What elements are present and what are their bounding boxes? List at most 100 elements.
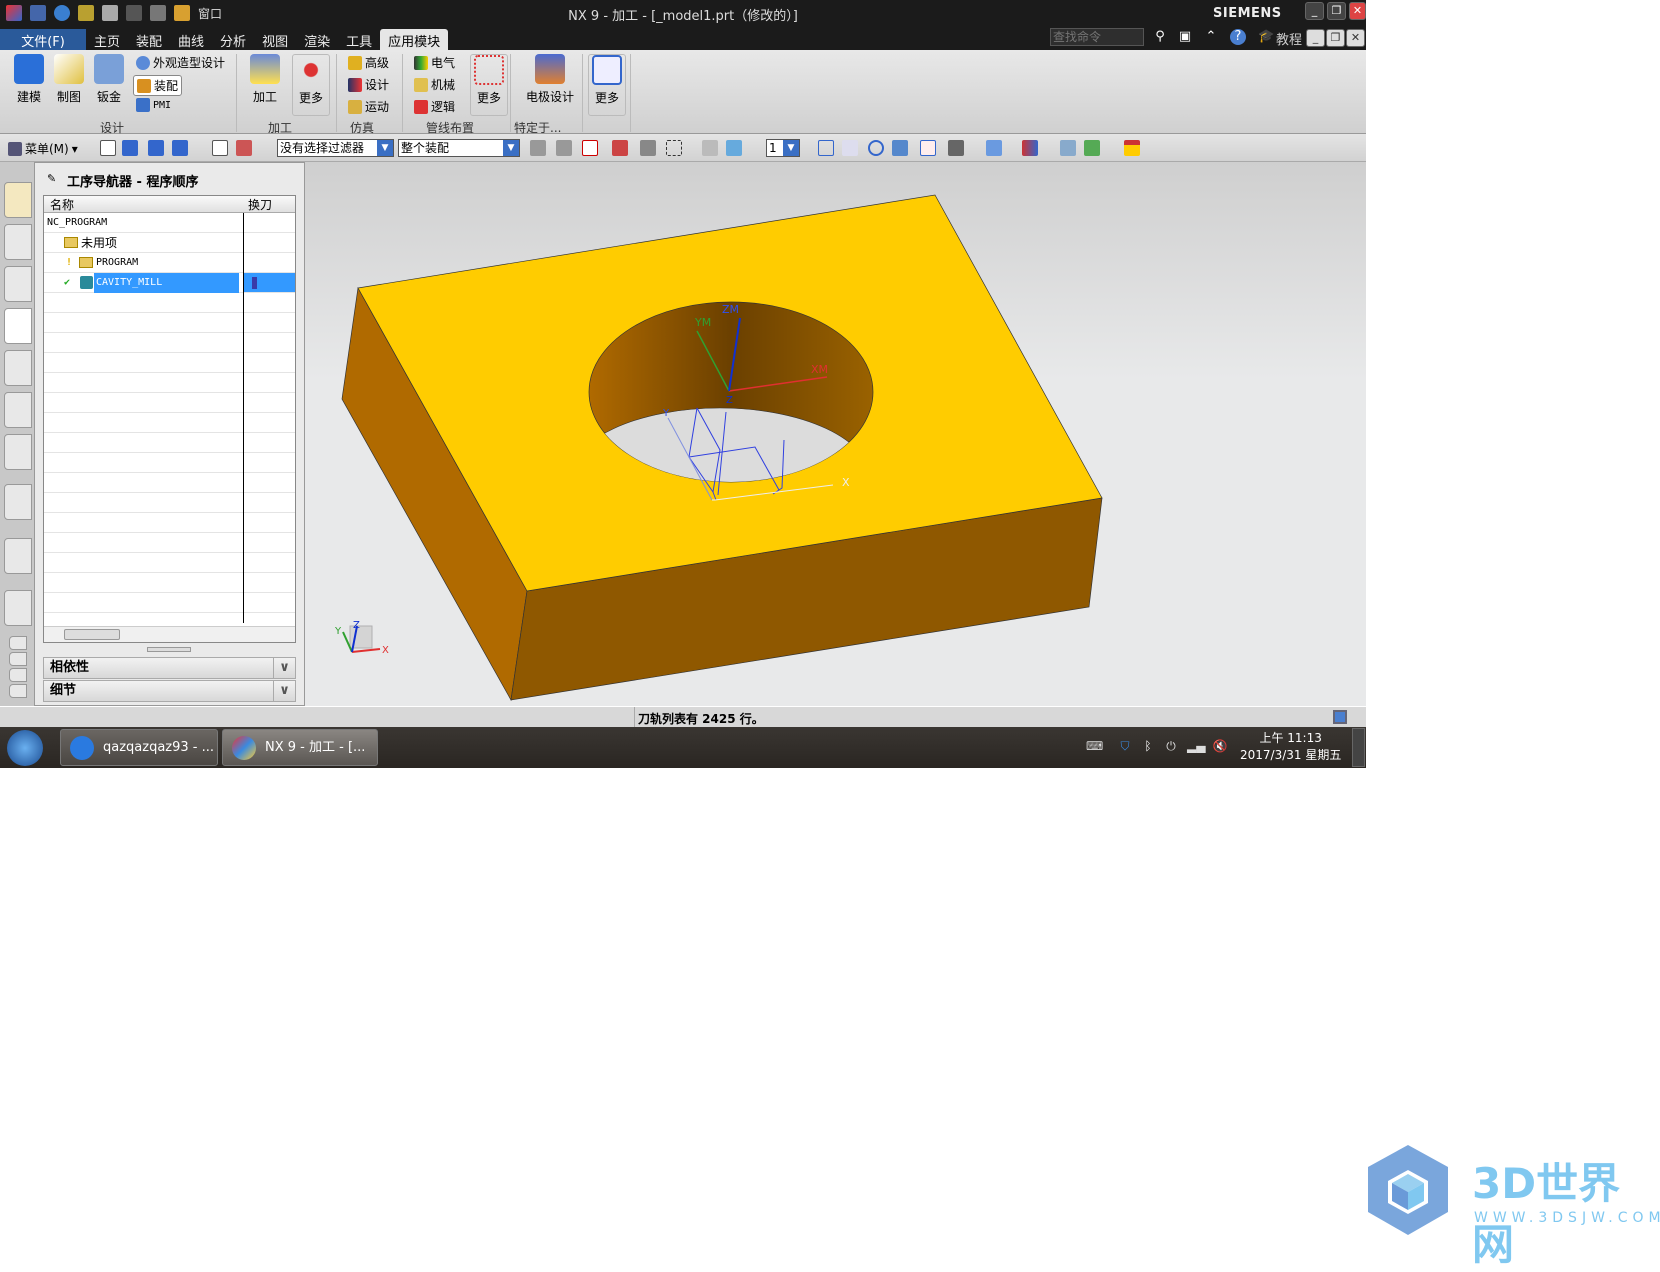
tab-tools[interactable]: 工具 xyxy=(338,29,380,50)
web-browser-tab-icon[interactable] xyxy=(4,392,32,428)
view-icon-2[interactable] xyxy=(726,140,742,156)
selection-icon-2[interactable] xyxy=(122,140,138,156)
electrode-design-button[interactable]: 电极设计 xyxy=(522,54,578,105)
security-shield-icon[interactable]: ⛉ xyxy=(1117,739,1133,755)
tab-view[interactable]: 视图 xyxy=(254,29,296,50)
edit-section-icon[interactable] xyxy=(1084,140,1100,156)
selection-scope-dropdown[interactable]: 整个装配 ▼ xyxy=(398,139,520,157)
scroll-top-icon[interactable] xyxy=(9,636,27,650)
fit-icon[interactable] xyxy=(818,140,834,156)
sheetmetal-button[interactable]: 钣金 xyxy=(92,54,126,105)
minimize-button[interactable]: _ xyxy=(1305,2,1324,20)
modeling-button[interactable]: 建模 xyxy=(12,54,46,105)
tab-render[interactable]: 渲染 xyxy=(296,29,338,50)
selection-filter-dropdown[interactable]: 没有选择过滤器 ▼ xyxy=(277,139,394,157)
column-divider[interactable] xyxy=(243,213,244,623)
tree-row-cavity-mill[interactable]: ✔ CAVITY_MILL xyxy=(44,273,295,293)
selection-icon-3[interactable] xyxy=(148,140,164,156)
motion-button[interactable]: 运动 xyxy=(348,98,389,115)
orient-view-icon[interactable] xyxy=(920,140,936,156)
view-triad[interactable]: X Y Z xyxy=(334,620,389,656)
tab-home[interactable]: 主页 xyxy=(86,29,128,50)
render-style-icon[interactable] xyxy=(948,140,964,156)
reuse-library-tab-icon[interactable] xyxy=(4,350,32,386)
help-icon[interactable]: ? xyxy=(1230,29,1246,45)
history-clock-icon[interactable] xyxy=(4,590,32,626)
tab-applications[interactable]: 应用模块 xyxy=(380,29,449,50)
scroll-up-icon[interactable] xyxy=(9,652,27,666)
scroll-down-icon[interactable] xyxy=(9,668,27,682)
tree-row-nc-program[interactable]: NC_PROGRAM xyxy=(44,213,295,233)
full-screen-icon[interactable]: ▣ xyxy=(1177,29,1193,45)
scrollbar-thumb[interactable] xyxy=(64,629,120,640)
sim-design-button[interactable]: 设计 xyxy=(348,76,389,93)
command-search-input[interactable] xyxy=(1050,28,1144,46)
graphics-window[interactable]: XM YM ZM Z Y X X Y Z xyxy=(305,162,1366,706)
assembly-button[interactable]: 装配 xyxy=(133,75,183,96)
rectangle-select-icon[interactable] xyxy=(666,140,682,156)
rotate-icon[interactable] xyxy=(868,140,884,156)
logical-button[interactable]: 逻辑 xyxy=(414,98,455,115)
details-section[interactable]: 细节 ∨ xyxy=(43,680,296,702)
start-button[interactable] xyxy=(7,730,43,766)
tutorial-label[interactable]: 教程 xyxy=(1276,29,1302,48)
snap-icon-1[interactable] xyxy=(530,140,546,156)
selection-icon-1[interactable] xyxy=(100,140,116,156)
machine-tool-navigator-tab-icon[interactable] xyxy=(4,266,32,302)
tab-curve[interactable]: 曲线 xyxy=(170,29,212,50)
assembly-constraints-tab-icon[interactable] xyxy=(4,224,32,260)
operation-navigator-tab-icon[interactable] xyxy=(4,182,32,218)
show-desktop-button[interactable] xyxy=(1352,728,1365,767)
tutorial-icon[interactable]: 🎓 xyxy=(1258,29,1274,45)
background-icon[interactable] xyxy=(1022,140,1038,156)
tree-row-unused[interactable]: 未用项 xyxy=(44,233,295,253)
zoom-icon[interactable] xyxy=(842,140,858,156)
collapse-ribbon-icon[interactable]: ⌃ xyxy=(1203,29,1219,45)
machining-button[interactable]: 加工 xyxy=(248,54,282,105)
layer-dropdown[interactable]: 1 ▼ xyxy=(766,139,800,157)
snap-icon-2[interactable] xyxy=(556,140,572,156)
sim-advanced-button[interactable]: 高级 xyxy=(348,54,389,71)
drafting-button[interactable]: 制图 xyxy=(52,54,86,105)
keyboard-icon[interactable]: ⌨ xyxy=(1086,739,1103,755)
taskbar-item-browser[interactable]: qazqazqaz93 - ... xyxy=(60,729,218,766)
mechanical-button[interactable]: 机械 xyxy=(414,76,455,93)
menu-button[interactable]: 菜单(M) ▾ xyxy=(8,140,78,157)
part-navigator-tab-icon[interactable] xyxy=(4,308,32,344)
bluetooth-icon[interactable]: ᛒ xyxy=(1140,739,1156,755)
pin-icon[interactable]: ✎ xyxy=(47,172,56,185)
scroll-bottom-icon[interactable] xyxy=(9,684,27,698)
tab-file[interactable]: 文件(F) xyxy=(0,29,86,50)
view-icon-1[interactable] xyxy=(702,140,718,156)
tree-row-program[interactable]: ! PROGRAM xyxy=(44,253,295,273)
close-button[interactable]: ✕ xyxy=(1349,2,1366,20)
power-icon[interactable]: ⏻ xyxy=(1163,739,1179,755)
shape-studio-button[interactable]: 外观造型设计 xyxy=(136,54,225,71)
horizontal-scrollbar[interactable] xyxy=(44,626,295,642)
shaded-icon[interactable] xyxy=(986,140,1002,156)
doc-close-button[interactable]: ✕ xyxy=(1346,29,1365,47)
more-manufacturing-button[interactable]: 更多 xyxy=(292,54,330,116)
process-studio-tab-icon[interactable] xyxy=(4,538,32,574)
program-view-icon[interactable] xyxy=(212,140,228,156)
snap-point-icon[interactable] xyxy=(582,140,598,156)
restore-button[interactable]: ❐ xyxy=(1327,2,1346,20)
info-tab-icon[interactable] xyxy=(4,484,32,520)
selection-icon-4[interactable] xyxy=(172,140,188,156)
tab-assembly[interactable]: 装配 xyxy=(128,29,170,50)
pan-icon[interactable] xyxy=(892,140,908,156)
column-name-header[interactable]: 名称 xyxy=(50,196,74,213)
electrical-button[interactable]: 电气 xyxy=(414,54,455,71)
network-signal-icon[interactable]: ▂▄ xyxy=(1187,739,1205,755)
column-tool-change-header[interactable]: 换刀 xyxy=(248,196,272,213)
palette-tab-icon[interactable] xyxy=(4,434,32,470)
full-screen-status-icon[interactable] xyxy=(1333,710,1347,724)
model-view[interactable]: XM YM ZM Z Y X X Y Z xyxy=(305,162,1366,706)
more-apps-button[interactable]: 更多 xyxy=(588,54,626,116)
splitter-handle[interactable] xyxy=(147,647,191,652)
clip-section-icon[interactable] xyxy=(1060,140,1076,156)
snap-icon-5[interactable] xyxy=(640,140,656,156)
doc-restore-button[interactable]: ❐ xyxy=(1326,29,1345,47)
volume-muted-icon[interactable]: 🔇 xyxy=(1212,739,1228,755)
pmi-button[interactable]: PMI xyxy=(136,98,171,112)
